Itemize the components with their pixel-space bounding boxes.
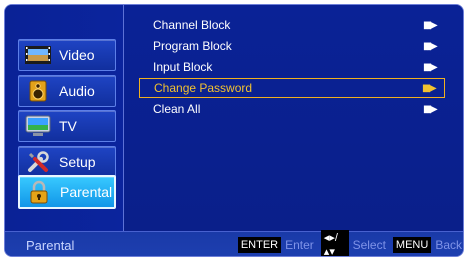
menu-item-label: Channel Block xyxy=(153,18,231,32)
select-hint: Select xyxy=(352,238,386,252)
key-hints: ENTER Enter ◂▸/▴▾ Select MENU Back xyxy=(237,230,463,256)
sidebar-item-tv[interactable]: TV xyxy=(18,110,116,142)
menu-item-input-block[interactable]: Input Block ▮▮▶ xyxy=(139,57,445,77)
back-hint: Back xyxy=(435,238,462,252)
menu-item-clean-all[interactable]: Clean All ▮▮▶ xyxy=(139,99,445,119)
chevron-right-icon: ▮▮▶ xyxy=(423,61,438,73)
enter-key-badge: ENTER xyxy=(237,237,282,253)
tv-icon xyxy=(25,115,51,137)
chevron-right-icon: ▮▮▶ xyxy=(423,19,438,31)
menu-item-label: Input Block xyxy=(153,60,213,74)
main-panel: Video Audio TV Setup Parental Channel Bl… xyxy=(5,5,463,231)
menu-item-label: Clean All xyxy=(153,102,201,116)
sidebar-item-setup[interactable]: Setup xyxy=(18,146,116,178)
sidebar-item-parental[interactable]: Parental xyxy=(18,175,116,209)
osd-screen: Video Audio TV Setup Parental Channel Bl… xyxy=(4,4,464,257)
sidebar-item-label: TV xyxy=(59,118,77,134)
status-bar: Parental ENTER Enter ◂▸/▴▾ Select MENU B… xyxy=(5,230,463,256)
chevron-right-icon: ▮▮▶ xyxy=(423,40,438,52)
sidebar-item-audio[interactable]: Audio xyxy=(18,75,116,107)
status-title: Parental xyxy=(26,237,75,253)
sidebar-item-label: Video xyxy=(59,47,95,63)
menu-item-label: Change Password xyxy=(154,81,253,95)
lock-icon xyxy=(26,180,52,204)
menu-item-label: Program Block xyxy=(153,39,232,53)
enter-hint: Enter xyxy=(285,238,314,252)
osd-frame: Video Audio TV Setup Parental Channel Bl… xyxy=(0,0,468,262)
menu-item-change-password[interactable]: Change Password ▮▮▶ xyxy=(139,78,445,98)
film-icon xyxy=(25,44,51,66)
sidebar-item-label: Setup xyxy=(59,154,96,170)
chevron-right-icon: ▮▮▶ xyxy=(422,82,437,94)
speaker-icon xyxy=(25,80,51,102)
sidebar-item-video[interactable]: Video xyxy=(18,39,116,71)
menu-item-program-block[interactable]: Program Block ▮▮▶ xyxy=(139,36,445,56)
tools-icon xyxy=(25,151,51,173)
sidebar-item-label: Parental xyxy=(60,184,113,200)
arrow-keys-badge: ◂▸/▴▾ xyxy=(320,230,349,256)
sidebar-item-label: Audio xyxy=(59,83,95,99)
menu-key-badge: MENU xyxy=(392,237,432,253)
menu-item-channel-block[interactable]: Channel Block ▮▮▶ xyxy=(139,15,445,35)
chevron-right-icon: ▮▮▶ xyxy=(423,103,438,115)
sidebar: Video Audio TV Setup Parental xyxy=(5,5,124,231)
